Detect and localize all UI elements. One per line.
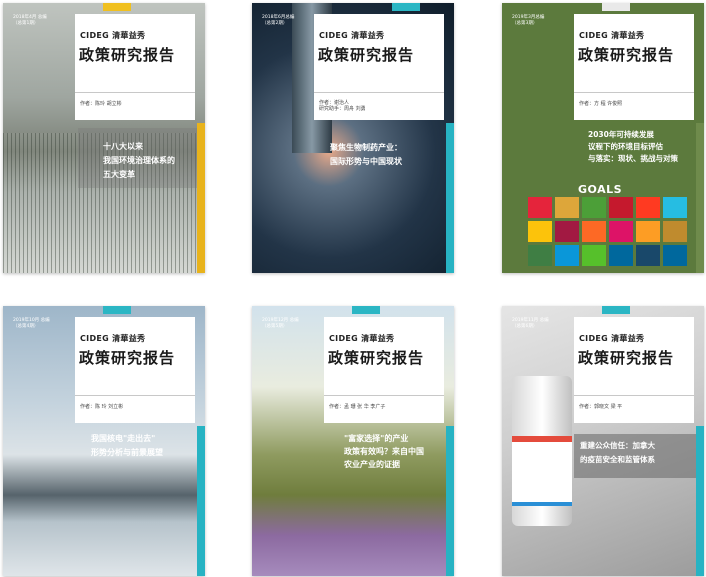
sdg-goal-tile bbox=[663, 221, 687, 242]
cover-brand: CIDEG 清華益秀 bbox=[579, 31, 645, 40]
cover-authors: 作者：郭晓文 梁 平 bbox=[579, 404, 623, 410]
sdg-goal-tile bbox=[528, 221, 552, 242]
panel-divider bbox=[574, 92, 694, 93]
cover-authors: 作者：方 程 许俊照 bbox=[579, 101, 623, 107]
cover-subtitle: 聚焦生物制药产业： 国际形势与中国现状 bbox=[330, 143, 402, 166]
sdg-goal-tile bbox=[663, 197, 687, 218]
cover-brand: CIDEG 清華益秀 bbox=[579, 334, 645, 343]
cover-side-bar bbox=[446, 426, 454, 576]
vaccine-vial-label bbox=[512, 436, 572, 506]
cover-authors: 作者：孟 珊 张 华 李广子 bbox=[329, 404, 386, 410]
cover-subtitle: 2030年可持续发展 议程下的环境目标评估 与落实：现状、挑战与对策 bbox=[588, 130, 678, 163]
cover-side-bar bbox=[446, 123, 454, 273]
cover-title-panel: CIDEG 清華益秀 政策研究报告 作者：陈 玲 刘立彬 bbox=[75, 317, 195, 423]
cover-subtitle: 十八大以来 我国环境治理体系的 五大变革 bbox=[103, 142, 175, 179]
cover-title: 政策研究报告 bbox=[328, 349, 425, 367]
cover-brand: CIDEG 清華益秀 bbox=[80, 334, 146, 343]
cover-title-panel: CIDEG 清華益秀 政策研究报告 作者：方 程 许俊照 bbox=[574, 14, 694, 120]
sdg-goal-tile bbox=[582, 245, 606, 266]
cover-title-panel: CIDEG 清華益秀 政策研究报告 作者：孟 珊 张 华 李广子 bbox=[324, 317, 444, 423]
sdg-goal-tile bbox=[609, 245, 633, 266]
report-cover-3[interactable]: 2019年3月总编 （总第3期） CIDEG 清華益秀 政策研究报告 作者：方 … bbox=[502, 3, 704, 273]
cover-authors: 作者：陈 玲 刘立彬 bbox=[80, 404, 124, 410]
cover-date: 2018年6月总编 （总第2期） bbox=[262, 15, 295, 26]
sdg-goal-tile bbox=[582, 221, 606, 242]
sdg-goal-tile bbox=[555, 197, 579, 218]
cover-date: 2019年11月 总编 （总第6期） bbox=[512, 318, 549, 329]
cover-color-tag bbox=[602, 3, 630, 11]
report-cover-4[interactable]: 2019年10月 总编 （总第4期） CIDEG 清華益秀 政策研究报告 作者：… bbox=[3, 306, 205, 576]
panel-divider bbox=[324, 395, 444, 396]
cover-color-tag bbox=[103, 306, 131, 314]
cover-brand: CIDEG 清華益秀 bbox=[329, 334, 395, 343]
cover-color-tag bbox=[602, 306, 630, 314]
sdg-goal-tile bbox=[609, 221, 633, 242]
panel-divider bbox=[75, 395, 195, 396]
cover-date: 2018年4月 总编 （总第1期） bbox=[13, 15, 47, 26]
cover-subtitle: 我国核电"走出去" 形势分析与前景展望 bbox=[91, 434, 163, 457]
sdg-goal-tile bbox=[555, 221, 579, 242]
sdg-goal-tile bbox=[636, 197, 660, 218]
sdg-goal-tile bbox=[582, 197, 606, 218]
cover-side-bar bbox=[197, 123, 205, 273]
cover-title: 政策研究报告 bbox=[318, 46, 415, 64]
sdg-icon-grid bbox=[528, 197, 692, 266]
sdg-goal-tile bbox=[663, 245, 687, 266]
cover-subtitle: 重建公众信任：加拿大 的疫苗安全和监管体系 bbox=[580, 441, 655, 464]
cover-brand: CIDEG 清華益秀 bbox=[80, 31, 146, 40]
sdg-goal-tile bbox=[636, 245, 660, 266]
cover-title: 政策研究报告 bbox=[578, 349, 675, 367]
sdg-goal-tile bbox=[555, 245, 579, 266]
panel-divider bbox=[75, 92, 195, 93]
cover-title: 政策研究报告 bbox=[79, 46, 176, 64]
sdg-goal-tile bbox=[636, 221, 660, 242]
report-cover-6[interactable]: 2019年11月 总编 （总第6期） CIDEG 清華益秀 政策研究报告 作者：… bbox=[502, 306, 704, 576]
sdg-goal-tile bbox=[528, 197, 552, 218]
report-cover-gallery: 2018年4月 总编 （总第1期） CIDEG 清華益秀 政策研究报告 作者：陈… bbox=[0, 0, 706, 577]
report-cover-1[interactable]: 2018年4月 总编 （总第1期） CIDEG 清華益秀 政策研究报告 作者：陈… bbox=[3, 3, 205, 273]
cover-side-bar bbox=[696, 123, 704, 273]
cover-title-panel: CIDEG 清華益秀 政策研究报告 作者：谢治人 研究助手：周舟 刘勇 bbox=[314, 14, 444, 120]
report-cover-2[interactable]: 2018年6月总编 （总第2期） CIDEG 清華益秀 政策研究报告 作者：谢治… bbox=[252, 3, 454, 273]
report-cover-5[interactable]: 2019年12月 总编 （总第5期） CIDEG 清華益秀 政策研究报告 作者：… bbox=[252, 306, 454, 576]
cover-brand: CIDEG 清華益秀 bbox=[319, 31, 385, 40]
cover-authors: 作者：陈玲 胡立彬 bbox=[80, 101, 122, 107]
cover-title-panel: CIDEG 清華益秀 政策研究报告 作者：郭晓文 梁 平 bbox=[574, 317, 694, 423]
cover-side-bar bbox=[197, 426, 205, 576]
panel-divider bbox=[314, 92, 444, 93]
cover-color-tag bbox=[392, 3, 420, 11]
sdg-goals-label: GOALS bbox=[578, 183, 623, 196]
cover-subtitle: "富家选择"的产业 政策有效吗？来自中国 农业产业的证据 bbox=[344, 434, 424, 469]
cover-title: 政策研究报告 bbox=[79, 349, 176, 367]
cover-side-bar bbox=[696, 426, 704, 576]
panel-divider bbox=[574, 395, 694, 396]
cover-title-panel: CIDEG 清華益秀 政策研究报告 作者：陈玲 胡立彬 bbox=[75, 14, 195, 120]
cover-date: 2019年3月总编 （总第3期） bbox=[512, 15, 545, 26]
cover-title: 政策研究报告 bbox=[578, 46, 675, 64]
cover-authors: 作者：谢治人 研究助手：周舟 刘勇 bbox=[319, 100, 366, 112]
sdg-goal-tile bbox=[528, 245, 552, 266]
cover-date: 2019年12月 总编 （总第5期） bbox=[262, 318, 299, 329]
cover-color-tag bbox=[103, 3, 131, 11]
cover-color-tag bbox=[352, 306, 380, 314]
sdg-goal-tile bbox=[609, 197, 633, 218]
cover-date: 2019年10月 总编 （总第4期） bbox=[13, 318, 50, 329]
